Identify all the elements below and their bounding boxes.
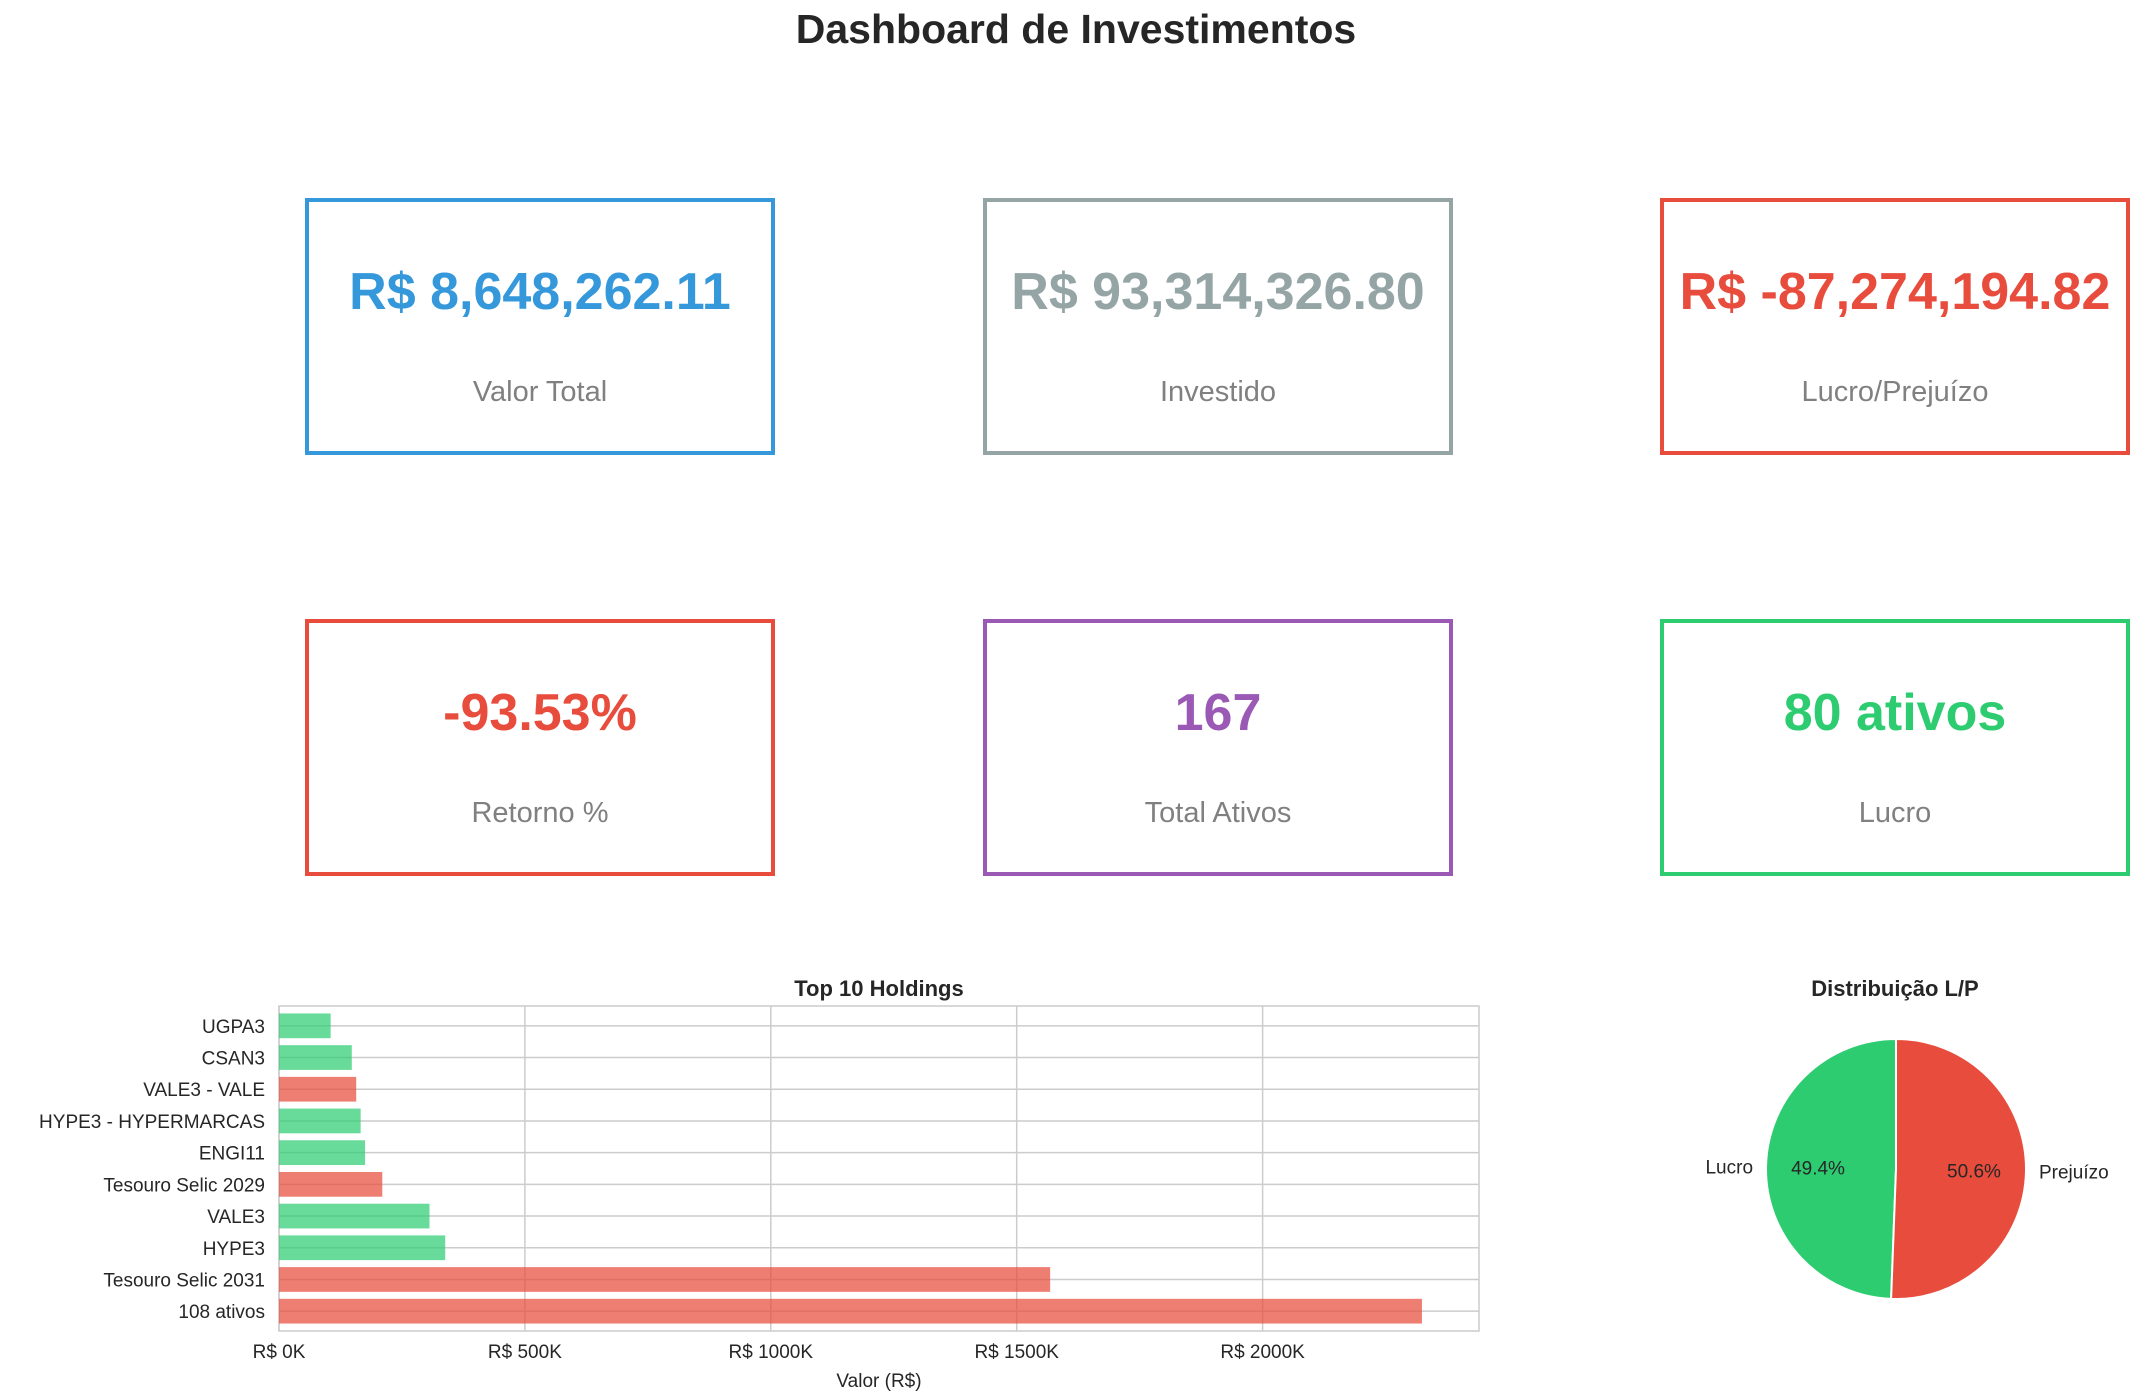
pie-pct-label: 50.6%	[1947, 1161, 2001, 1182]
kpi-value: 167	[1174, 684, 1262, 742]
y-tick-label: UGPA3	[202, 1017, 265, 1038]
y-tick-label: HYPE3 - HYPERMARCAS	[39, 1112, 265, 1133]
x-tick-label: R$ 500K	[488, 1342, 562, 1363]
kpi-value: -93.53%	[443, 684, 637, 742]
bar	[279, 1203, 430, 1229]
bar	[279, 1267, 1051, 1292]
page-title: Dashboard de Investimentos	[795, 6, 1357, 52]
x-axis-label: Valor (R$)	[836, 1371, 921, 1392]
y-tick-label: Tesouro Selic 2031	[103, 1270, 265, 1291]
kpi-value: R$ -87,274,194.82	[1679, 263, 2111, 321]
kpi-card-total-ativos: 167 Total Ativos	[983, 619, 1453, 876]
kpi-label: Retorno %	[471, 797, 609, 829]
kpi-label: Valor Total	[472, 376, 608, 408]
y-tick-label: VALE3	[207, 1207, 265, 1228]
y-tick-label: ENGI11	[199, 1144, 265, 1165]
x-tick-label: R$ 0K	[253, 1342, 306, 1363]
pie-slice-label: Lucro	[1705, 1157, 1753, 1178]
kpi-card-valor-total: R$ 8,648,262.11 Valor Total	[305, 198, 775, 455]
y-tick-label: Tesouro Selic 2029	[103, 1175, 265, 1196]
bar	[279, 1045, 352, 1070]
x-tick-label: R$ 1000K	[729, 1342, 814, 1363]
x-tick-label: R$ 1500K	[974, 1342, 1059, 1363]
kpi-label: Lucro/Prejuízo	[1801, 376, 1989, 408]
distribution-pie-chart: 49.4% Lucro 50.6% Prejuízo	[1705, 1037, 2109, 1300]
kpi-card-lucro: 80 ativos Lucro	[1660, 619, 2130, 876]
kpi-label: Lucro	[1858, 797, 1932, 829]
kpi-label: Total Ativos	[1144, 797, 1292, 829]
x-tick-label: R$ 2000K	[1220, 1342, 1305, 1363]
y-tick-label: 108 ativos	[178, 1302, 265, 1323]
kpi-label: Investido	[1159, 376, 1277, 408]
kpi-value: 80 ativos	[1783, 684, 2007, 742]
bar	[279, 1298, 1422, 1324]
kpi-card-investido: R$ 93,314,326.80 Investido	[983, 198, 1453, 455]
bar	[279, 1171, 383, 1197]
bar	[279, 1235, 446, 1261]
kpi-card-lucro-prejuizo: R$ -87,274,194.82 Lucro/Prejuízo	[1660, 198, 2130, 455]
bar	[279, 1108, 361, 1134]
pie-slice-label: Prejuízo	[2039, 1163, 2109, 1184]
bar	[279, 1013, 331, 1039]
pie-pct-label: 49.4%	[1791, 1159, 1845, 1180]
bar	[279, 1140, 366, 1166]
kpi-value: R$ 8,648,262.11	[349, 263, 731, 321]
y-tick-label: VALE3 - VALE	[143, 1080, 265, 1101]
kpi-value: R$ 93,314,326.80	[1011, 263, 1425, 321]
y-tick-label: CSAN3	[202, 1049, 265, 1070]
pie-chart-title: Distribuição L/P	[1811, 976, 1979, 1001]
kpi-card-retorno: -93.53% Retorno %	[305, 619, 775, 876]
top-holdings-bar-chart: R$ 0K R$ 500K R$ 1000K R$ 1500K R$ 2000K UGPA…	[39, 1005, 1480, 1392]
y-tick-label: HYPE3	[203, 1239, 265, 1260]
bar	[279, 1076, 357, 1102]
